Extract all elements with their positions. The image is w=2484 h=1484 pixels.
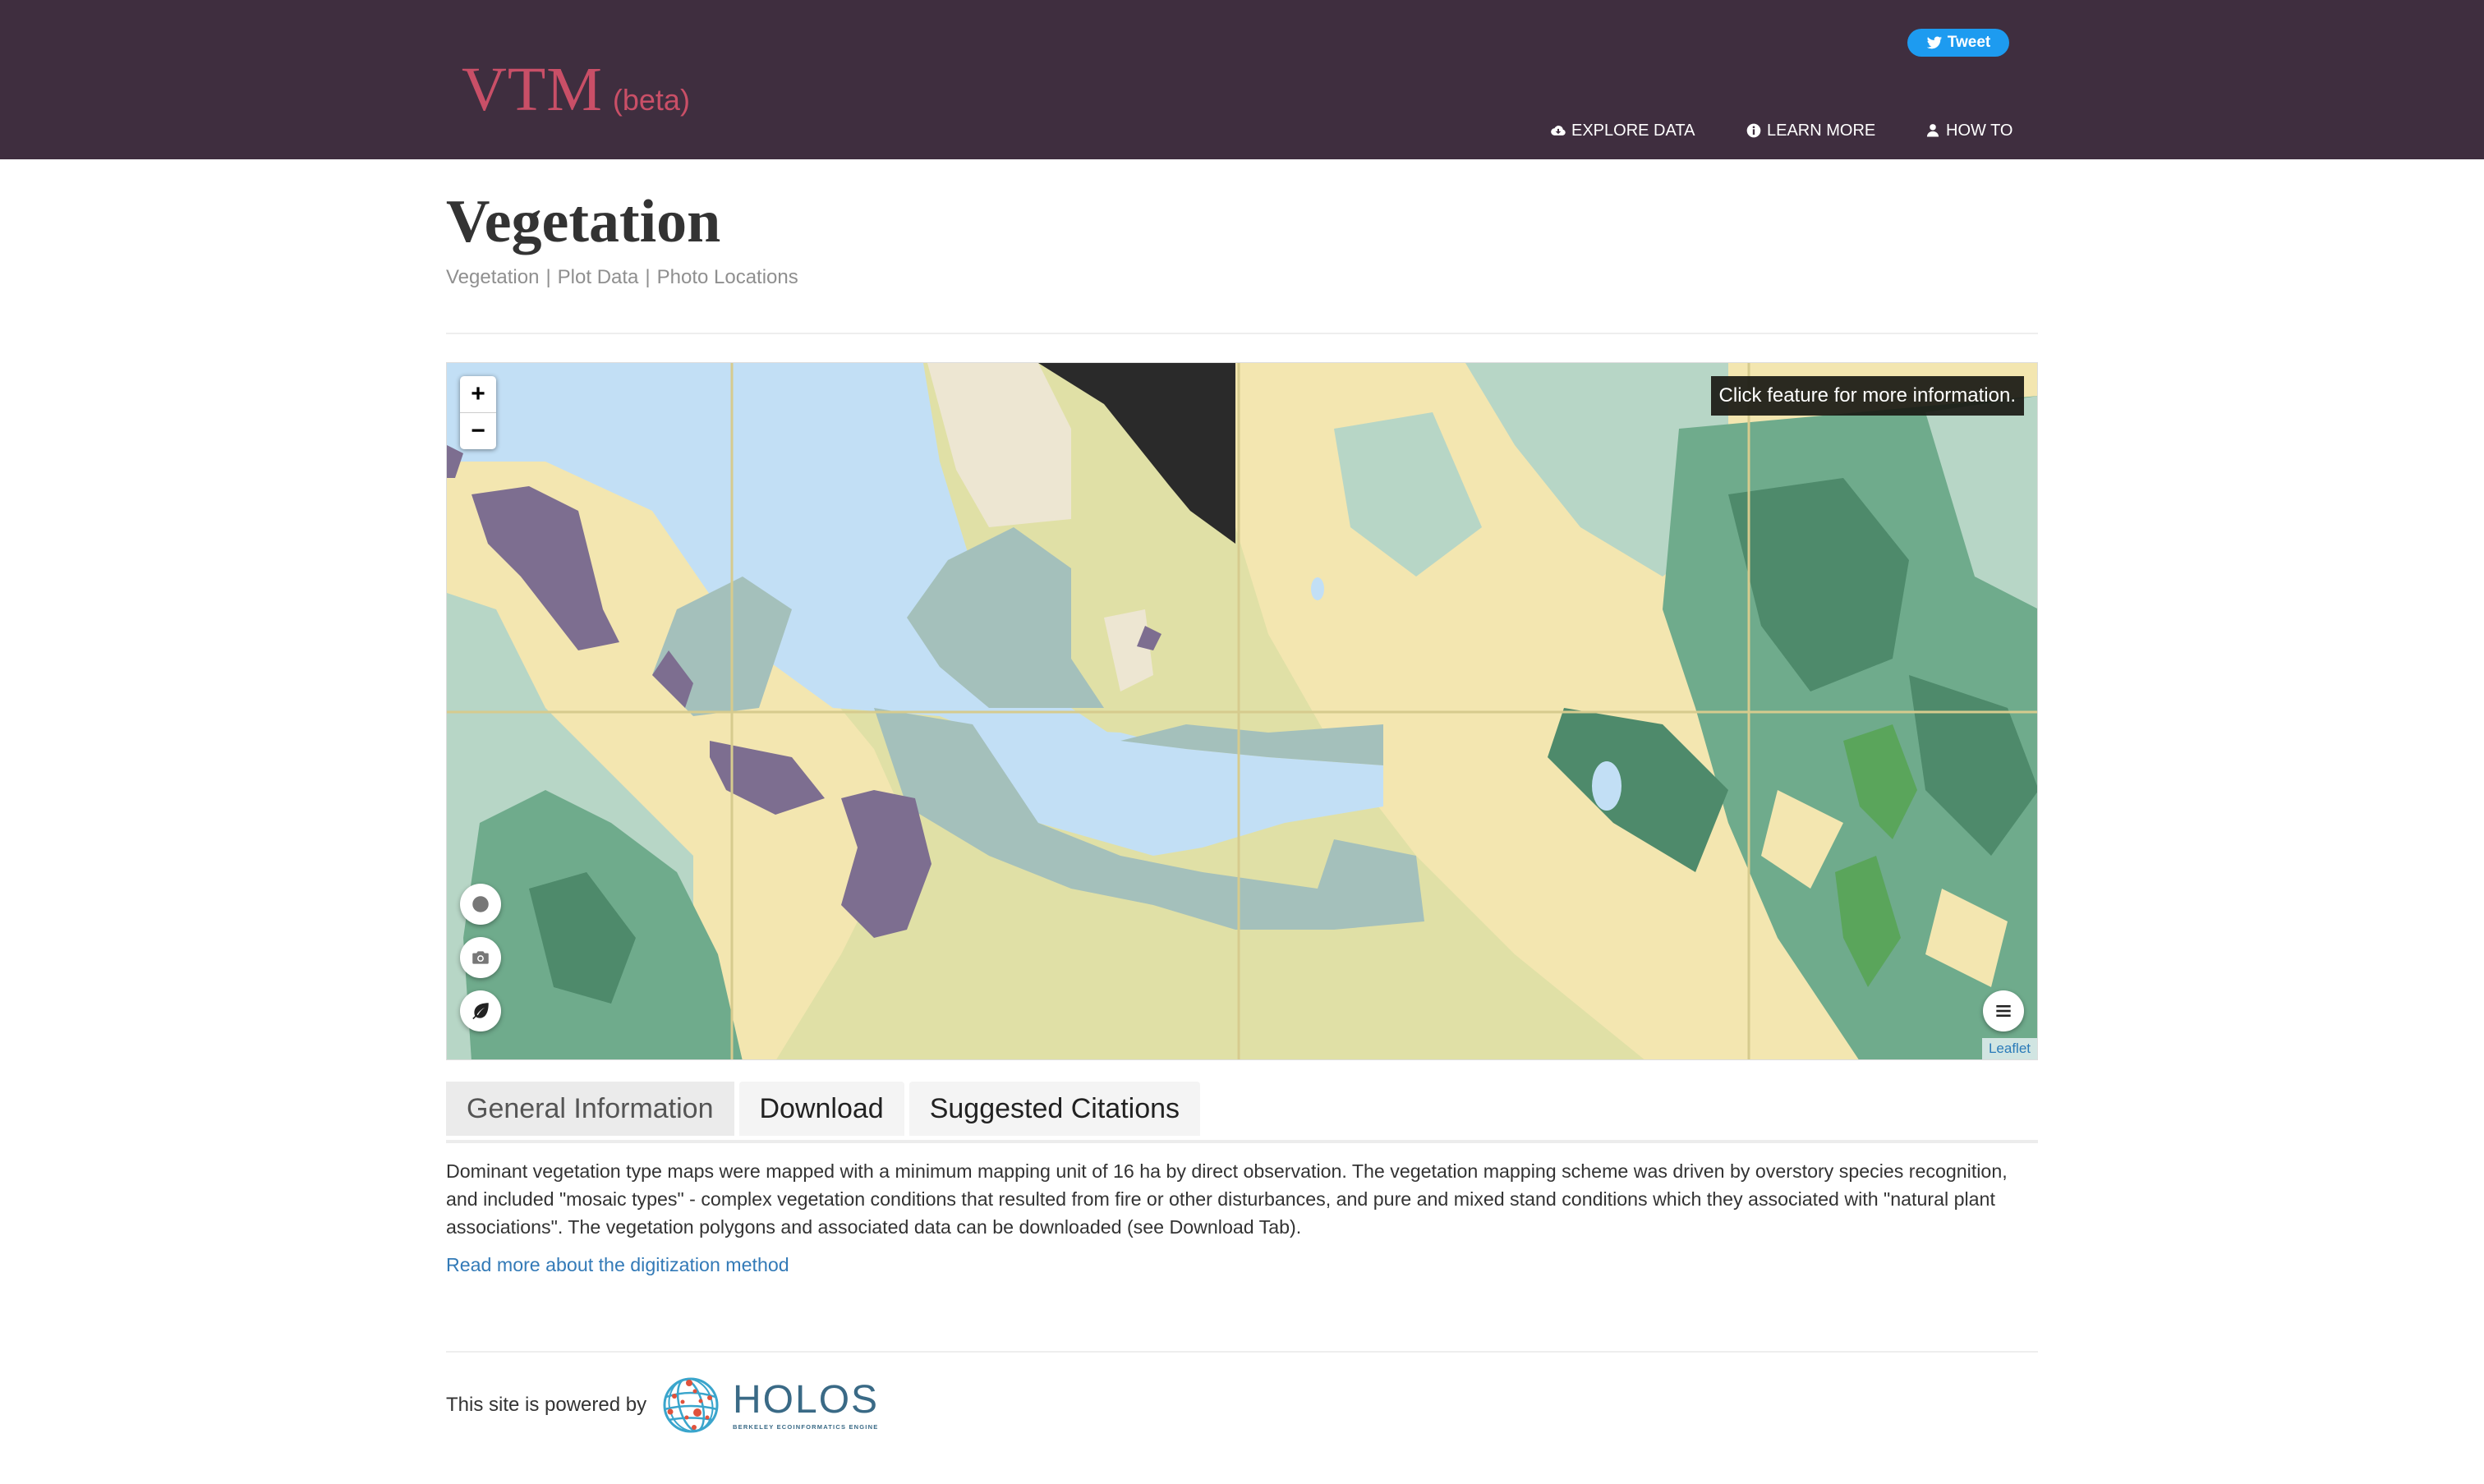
sub-navigation: Vegetation | Plot Data | Photo Locations xyxy=(446,266,798,289)
brand-name: VTM xyxy=(462,55,603,124)
user-icon xyxy=(1926,124,1939,137)
holos-name: HOLOS xyxy=(733,1377,880,1422)
nav-explore-data-label: EXPLORE DATA xyxy=(1571,121,1695,140)
plot-data-layer-button[interactable] xyxy=(460,884,501,925)
tweet-label: Tweet xyxy=(1947,34,1991,51)
vegetation-map[interactable]: + − Click feature for more information. … xyxy=(446,362,2038,1060)
leaflet-attribution-link[interactable]: Leaflet xyxy=(1981,1038,2037,1059)
info-tabs: General Information Download Suggested C… xyxy=(446,1082,1201,1136)
holos-logo[interactable]: HOLOS BERKELEY ECOINFORMATICS ENGINE xyxy=(662,1376,879,1434)
nav-explore-data[interactable]: EXPLORE DATA xyxy=(1550,118,1695,143)
read-more-link[interactable]: Read more about the digitization method xyxy=(446,1254,789,1276)
nav-how-to-label: HOW TO xyxy=(1946,121,2013,140)
subnav-vegetation[interactable]: Vegetation xyxy=(446,266,539,289)
nav-learn-more-label: LEARN MORE xyxy=(1767,121,1876,140)
title-divider xyxy=(446,333,2038,334)
nav-learn-more[interactable]: LEARN MORE xyxy=(1746,118,1875,143)
top-navbar: VTM (beta) Tweet EXPLORE DATA LEARN MORE… xyxy=(0,0,2484,159)
page-title: Vegetation xyxy=(446,188,721,255)
leaf-icon xyxy=(472,1003,489,1020)
menu-icon xyxy=(1996,1004,2011,1018)
zoom-out-button[interactable]: − xyxy=(460,412,496,448)
site-logo[interactable]: VTM (beta) xyxy=(462,54,690,126)
subnav-separator: | xyxy=(645,266,651,288)
tab-general-information[interactable]: General Information xyxy=(446,1082,734,1136)
tab-download[interactable]: Download xyxy=(738,1082,904,1136)
info-circle-icon xyxy=(1746,123,1761,138)
subnav-plot-data[interactable]: Plot Data xyxy=(558,266,639,289)
powered-by-text: This site is powered by xyxy=(446,1394,647,1416)
zoom-control: + − xyxy=(460,376,496,449)
twitter-bird-icon xyxy=(1926,36,1942,49)
holos-tagline: BERKELEY ECOINFORMATICS ENGINE xyxy=(733,1422,879,1431)
vegetation-layer-button[interactable] xyxy=(460,990,501,1031)
legend-toggle-button[interactable] xyxy=(1983,990,2024,1031)
subnav-separator: | xyxy=(545,266,551,288)
holos-wordmark: HOLOS BERKELEY ECOINFORMATICS ENGINE xyxy=(733,1377,880,1431)
photo-locations-layer-button[interactable] xyxy=(460,937,501,978)
circle-icon xyxy=(472,896,489,912)
subnav-photo-locations[interactable]: Photo Locations xyxy=(657,266,798,289)
tab-suggested-citations[interactable]: Suggested Citations xyxy=(908,1082,1201,1136)
tab-border xyxy=(446,1140,2038,1143)
nav-how-to[interactable]: HOW TO xyxy=(1925,118,2012,143)
footer-divider xyxy=(446,1351,2038,1353)
map-lake xyxy=(1592,761,1622,811)
brand-beta-label: (beta) xyxy=(612,83,690,117)
zoom-in-button[interactable]: + xyxy=(460,376,496,412)
map-lake xyxy=(1311,577,1324,600)
camera-icon xyxy=(472,951,489,964)
map-info-box: Click feature for more information. xyxy=(1710,376,2024,416)
general-information-text: Dominant vegetation type maps were mappe… xyxy=(446,1160,2008,1238)
tweet-button[interactable]: Tweet xyxy=(1907,29,2009,57)
map-tiles[interactable] xyxy=(447,363,2038,1060)
globe-network-icon xyxy=(663,1377,719,1433)
cloud-download-icon xyxy=(1551,126,1566,136)
